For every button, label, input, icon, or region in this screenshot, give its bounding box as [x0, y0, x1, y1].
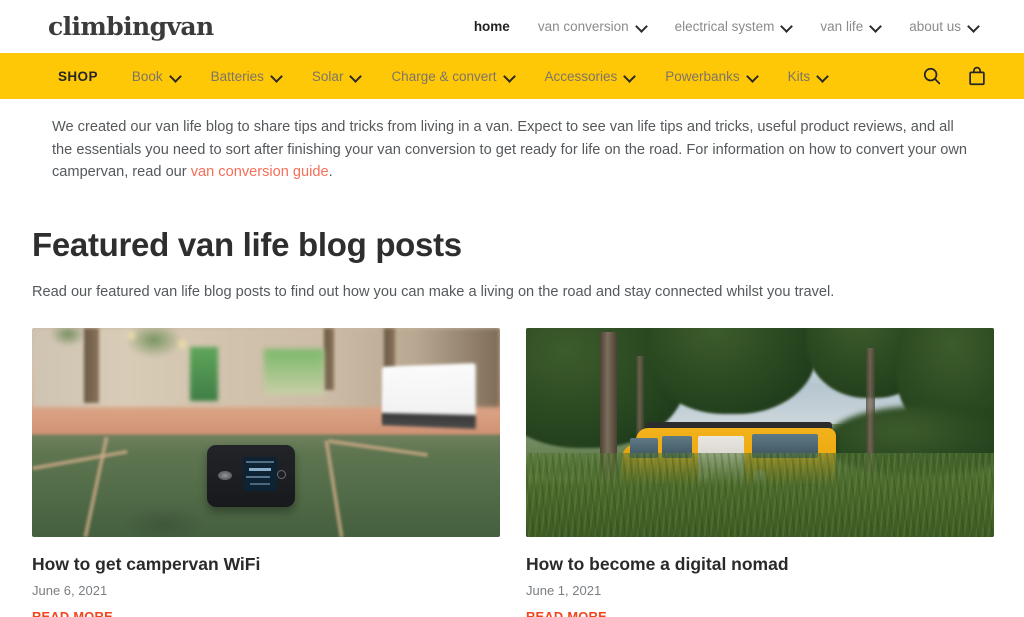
blog-post-card: How to get campervan WiFi June 6, 2021 R… — [32, 327, 500, 617]
chevron-down-icon — [636, 21, 647, 32]
primary-nav: home van conversion electrical system va… — [474, 19, 979, 34]
intro-text-before: We created our van life blog to share ti… — [52, 119, 968, 181]
post-title[interactable]: How to get campervan WiFi — [32, 554, 500, 575]
main-content: We created our van life blog to share ti… — [0, 116, 1024, 617]
read-more-link[interactable]: READ MORE — [32, 609, 113, 617]
chevron-down-icon — [170, 71, 181, 82]
background-post — [324, 327, 334, 391]
post-date: June 6, 2021 — [32, 582, 108, 598]
intro-paragraph: We created our van life blog to share ti… — [32, 116, 977, 184]
chevron-down-icon — [350, 71, 361, 82]
device-power-button — [277, 469, 286, 479]
shopping-bag-icon[interactable] — [966, 65, 988, 87]
chevron-down-icon — [747, 71, 758, 82]
shop-item-powerbanks[interactable]: Powerbanks — [665, 69, 757, 84]
wifi-hotspot-device — [207, 444, 295, 507]
shop-bar-actions — [921, 65, 988, 87]
laptop-in-background — [381, 362, 476, 429]
chevron-down-icon — [781, 21, 792, 32]
background-plant — [264, 348, 324, 395]
shop-item-label: Solar — [311, 68, 344, 84]
intro-text-after: . — [328, 164, 333, 181]
shop-item-kits[interactable]: Kits — [788, 69, 829, 84]
nav-item-van-life[interactable]: van life — [820, 19, 881, 34]
van-conversion-guide-link[interactable]: van conversion guide — [191, 164, 329, 180]
background-post — [84, 327, 99, 404]
nav-item-electrical-system[interactable]: electrical system — [675, 19, 793, 34]
featured-posts-grid: How to get campervan WiFi June 6, 2021 R… — [32, 327, 994, 617]
shop-item-batteries[interactable]: Batteries — [211, 69, 282, 84]
chevron-down-icon — [271, 71, 282, 82]
shop-item-label: Batteries — [210, 68, 264, 84]
blanket-seam — [32, 449, 128, 471]
blanket-seam — [328, 438, 428, 457]
shop-item-solar[interactable]: Solar — [312, 69, 362, 84]
shop-nav-bar: SHOP Book Batteries Solar Charge & conve… — [0, 53, 1024, 99]
nav-item-label: home — [473, 19, 510, 34]
nav-item-home[interactable]: home — [474, 19, 510, 34]
shop-item-label: Kits — [787, 68, 811, 84]
search-icon[interactable] — [921, 65, 943, 87]
nav-item-label: van conversion — [537, 19, 629, 34]
screen-line — [249, 467, 271, 471]
site-logo[interactable]: climbingvan — [48, 14, 214, 39]
shop-item-label: Powerbanks — [665, 68, 740, 84]
blanket-seam — [324, 440, 344, 537]
chevron-down-icon — [817, 71, 828, 82]
shop-item-charge-convert[interactable]: Charge & convert — [391, 69, 514, 84]
site-header: climbingvan home van conversion electric… — [0, 0, 1024, 53]
nav-item-label: van life — [820, 19, 864, 34]
chevron-down-icon — [968, 21, 979, 32]
blog-post-card: How to become a digital nomad June 1, 20… — [526, 327, 994, 617]
screen-line — [246, 460, 274, 463]
nav-item-label: electrical system — [674, 19, 775, 34]
post-thumbnail-digital-nomad[interactable] — [526, 327, 994, 537]
read-more-link[interactable]: READ MORE — [526, 609, 607, 617]
shop-item-book[interactable]: Book — [132, 69, 181, 84]
post-date: June 1, 2021 — [526, 582, 602, 598]
chevron-down-icon — [624, 71, 635, 82]
nav-item-about-us[interactable]: about us — [909, 19, 979, 34]
device-screen — [243, 456, 277, 491]
nav-item-van-conversion[interactable]: van conversion — [538, 19, 647, 34]
shop-item-label: Charge & convert — [391, 68, 497, 84]
device-brand-logo — [218, 470, 232, 480]
background-plant — [190, 346, 218, 401]
post-thumbnail-campervan-wifi[interactable] — [32, 327, 500, 537]
shop-item-label: Book — [131, 68, 163, 84]
shop-item-label: Accessories — [544, 68, 618, 84]
post-title[interactable]: How to become a digital nomad — [526, 554, 994, 575]
section-subtitle: Read our featured van life blog posts to… — [32, 283, 835, 300]
chevron-down-icon — [870, 21, 881, 32]
grass-foreground — [526, 453, 994, 537]
shop-nav-items: Book Batteries Solar Charge & convert Ac… — [132, 69, 828, 84]
screen-line — [250, 482, 270, 485]
screen-line — [246, 475, 270, 478]
nav-item-label: about us — [909, 19, 961, 34]
chevron-down-icon — [504, 71, 515, 82]
shop-link[interactable]: SHOP — [58, 69, 98, 84]
blanket-seam — [83, 436, 109, 537]
page-title: Featured van life blog posts — [32, 225, 462, 263]
shop-item-accessories[interactable]: Accessories — [545, 69, 636, 84]
